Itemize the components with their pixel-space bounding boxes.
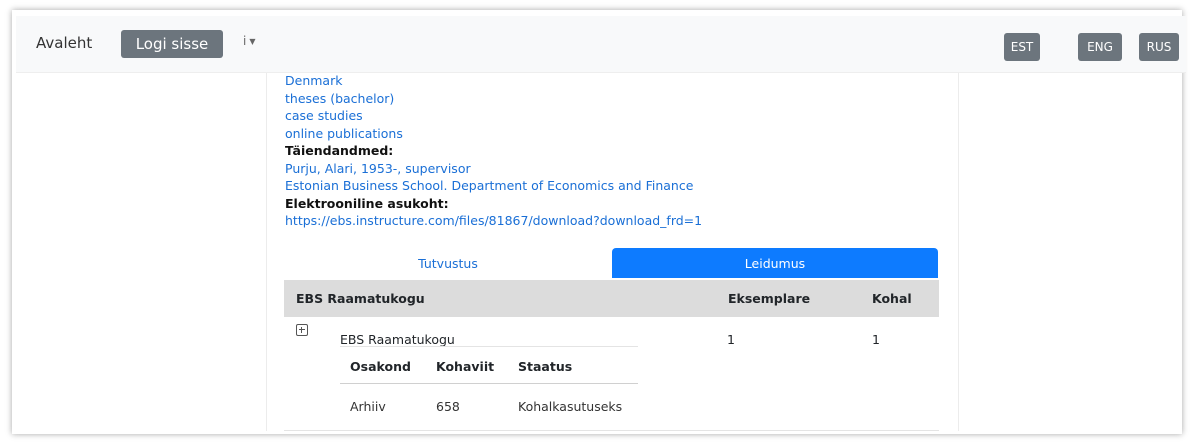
electronic-location-label: Elektrooniline asukoht: bbox=[285, 195, 449, 211]
row-available: 1 bbox=[872, 332, 880, 347]
content-border-left bbox=[266, 73, 267, 431]
subcell-department: Arhiiv bbox=[350, 399, 386, 414]
subcell-status: Kohalkasutuseks bbox=[518, 399, 623, 414]
electronic-location-link[interactable]: https://ebs.instructure.com/files/81867/… bbox=[285, 212, 702, 230]
expand-plus-icon[interactable] bbox=[296, 324, 308, 336]
holdings-table-header: EBS Raamatukogu Eksemplare Kohal bbox=[284, 280, 939, 317]
record-tabs: Tutvustus Leidumus bbox=[284, 248, 939, 278]
tab-leidumus[interactable]: Leidumus bbox=[612, 248, 938, 278]
info-icon: i bbox=[243, 34, 247, 48]
divider bbox=[340, 346, 638, 347]
subcell-callnumber: 658 bbox=[436, 399, 460, 414]
language-rus-button[interactable]: RUS bbox=[1139, 33, 1179, 61]
top-navbar: Avaleht Logi sisse i ▼ EST ENG RUS bbox=[16, 16, 1186, 73]
divider bbox=[340, 383, 638, 384]
additional-data-label: Täiendandmed: bbox=[285, 143, 394, 158]
additional-link[interactable]: Purju, Alari, 1953-, supervisor bbox=[285, 160, 702, 178]
home-link[interactable]: Avaleht bbox=[36, 34, 92, 52]
divider bbox=[284, 430, 939, 431]
language-est-button[interactable]: EST bbox=[1004, 33, 1040, 61]
subject-link[interactable]: theses (bachelor) bbox=[285, 90, 702, 108]
login-button[interactable]: Logi sisse bbox=[121, 30, 223, 58]
row-copies: 1 bbox=[727, 332, 735, 347]
subheader-callnumber: Kohaviit bbox=[436, 359, 495, 374]
header-copies: Eksemplare bbox=[728, 291, 811, 306]
subheader-department: Osakond bbox=[350, 359, 411, 374]
header-available: Kohal bbox=[872, 291, 912, 306]
subject-link[interactable]: online publications bbox=[285, 125, 702, 143]
language-eng-button[interactable]: ENG bbox=[1078, 33, 1122, 61]
content-border-right bbox=[958, 73, 959, 431]
row-library: EBS Raamatukogu bbox=[340, 332, 455, 347]
caret-down-icon: ▼ bbox=[249, 36, 256, 46]
header-library: EBS Raamatukogu bbox=[296, 291, 425, 306]
info-dropdown[interactable]: i ▼ bbox=[243, 34, 256, 48]
additional-link[interactable]: Estonian Business School. Department of … bbox=[285, 177, 702, 195]
subheader-status: Staatus bbox=[518, 359, 573, 374]
subject-link[interactable]: Denmark bbox=[285, 72, 702, 90]
record-metadata: Denmark theses (bachelor) case studies o… bbox=[285, 72, 702, 230]
tab-tutvustus[interactable]: Tutvustus bbox=[284, 248, 612, 278]
subject-link[interactable]: case studies bbox=[285, 107, 702, 125]
